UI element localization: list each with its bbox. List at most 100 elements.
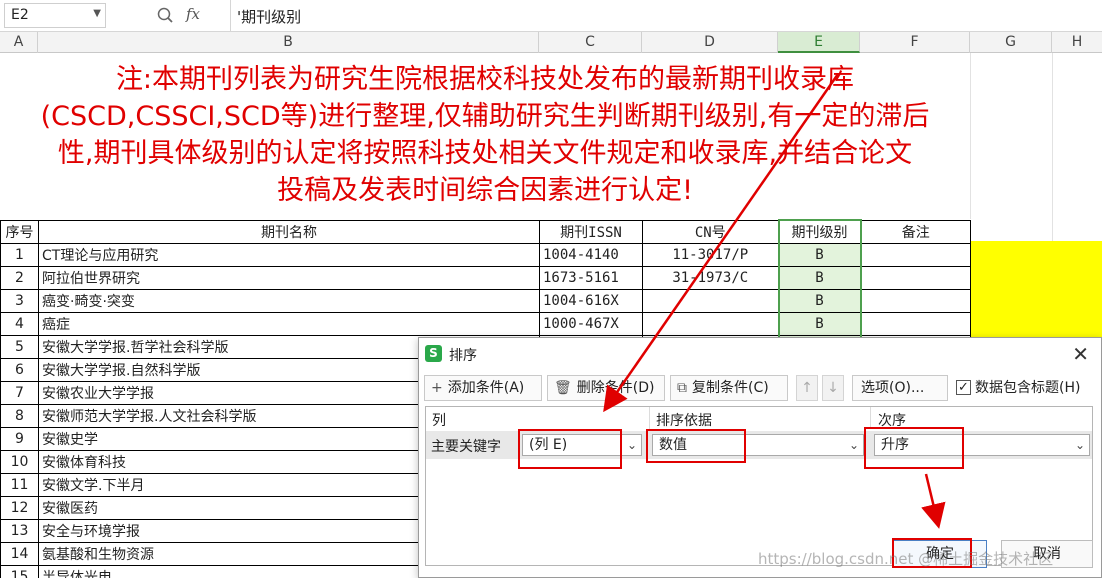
header-checkbox-label: 数据包含标题(H) (975, 380, 1081, 396)
table-row: 3 癌变·畸变·突变 1004-616X B (0, 288, 971, 313)
table-cell[interactable]: 4 (0, 311, 39, 336)
criteria-header: 列 排序依据 次序 (426, 407, 1092, 429)
table-cell[interactable] (860, 311, 971, 336)
table-row: 1 CT理论与应用研究 1004-4140 11-3017/P B (0, 242, 971, 267)
column-header-c[interactable]: C (539, 32, 642, 53)
column-header-h[interactable]: H (1052, 32, 1102, 53)
move-up-button[interactable]: ↑ (796, 375, 818, 401)
table-cell[interactable]: B (777, 311, 862, 336)
table-cell[interactable]: 1000-467X (539, 311, 643, 336)
column-header-f[interactable]: F (860, 32, 970, 53)
formula-input[interactable]: '期刊级别 (230, 0, 1102, 32)
table-cell[interactable] (642, 311, 779, 336)
table-cell[interactable]: 9 (0, 426, 39, 451)
column-header-a[interactable]: A (0, 32, 38, 53)
chevron-down-icon[interactable]: ⌄ (1075, 435, 1085, 455)
close-icon[interactable]: ✕ (1072, 342, 1089, 366)
table-cell[interactable]: 13 (0, 518, 39, 543)
table-cell[interactable]: 癌变·畸变·突变 (38, 288, 540, 313)
table-header-cell[interactable]: 序号 (0, 219, 39, 244)
table-cell[interactable]: 6 (0, 357, 39, 382)
table-cell[interactable]: 14 (0, 541, 39, 566)
table-cell[interactable]: B (777, 288, 862, 313)
chevron-down-icon[interactable]: ▼ (93, 8, 101, 19)
arrow-down-icon: ↓ (827, 380, 839, 396)
header-checkbox-wrap[interactable]: ✓ 数据包含标题(H) (956, 375, 1080, 401)
column-header-g[interactable]: G (970, 32, 1052, 53)
chevron-down-icon[interactable]: ⌄ (627, 435, 637, 455)
table-header-cell[interactable]: 期刊名称 (38, 219, 540, 244)
arrow-up-icon: ↑ (801, 380, 813, 396)
annotation-box-column (518, 429, 622, 469)
table-header-cell[interactable]: 备注 (860, 219, 971, 244)
table-header-cell[interactable]: 期刊ISSN (539, 219, 643, 244)
copy-icon: ⧉ (677, 380, 687, 396)
options-button[interactable]: 选项(O)... (852, 375, 948, 401)
column-separator (649, 407, 650, 429)
table-cell[interactable]: 5 (0, 334, 39, 359)
grid-line (970, 53, 971, 219)
move-down-button[interactable]: ↓ (822, 375, 844, 401)
name-box[interactable]: E2 ▼ (4, 3, 106, 28)
column-header-e[interactable]: E (778, 32, 860, 53)
dialog-toolbar: + 添加条件(A) 🗑 删除条件(D) ⧉ 复制条件(C) ↑ ↓ 选项(O)... … (424, 375, 1094, 401)
column-header: A B C D E F G H (0, 32, 1102, 53)
column-header-b[interactable]: B (38, 32, 539, 53)
copy-condition-label: 复制条件(C) (692, 380, 769, 396)
table-cell[interactable]: CT理论与应用研究 (38, 242, 540, 267)
cancel-button[interactable]: 取消 (1001, 540, 1093, 568)
table-cell[interactable] (860, 265, 971, 290)
column-header-d[interactable]: D (642, 32, 778, 53)
notice-line: 投稿及发表时间综合因素进行认定! (277, 175, 693, 206)
table-cell[interactable]: 11-3017/P (642, 242, 779, 267)
formula-bar: E2 ▼ fx '期刊级别 (0, 0, 1102, 32)
table-cell[interactable]: 7 (0, 380, 39, 405)
table-row: 2 阿拉伯世界研究 1673-5161 31-1973/C B (0, 265, 971, 290)
table-cell[interactable]: 10 (0, 449, 39, 474)
table-cell[interactable]: B (777, 242, 862, 267)
app-logo-icon: S (425, 345, 442, 362)
add-condition-label: 添加条件(A) (447, 380, 525, 396)
notice-cell[interactable]: 注:本期刊列表为研究生院根据校科技处发布的最新期刊收录库 (CSCD,CSSCI… (0, 53, 970, 219)
annotation-box-basis (646, 429, 746, 463)
table-row: 4 癌症 1000-467X B (0, 311, 971, 336)
table-cell[interactable]: 2 (0, 265, 39, 290)
table-cell[interactable] (860, 288, 971, 313)
notice-line: 性,期刊具体级别的认定将按照科技处相关文件规定和收录库,并结合论文 (57, 138, 913, 169)
criteria-header-column: 列 (432, 413, 446, 429)
delete-condition-button[interactable]: 🗑 删除条件(D) (547, 375, 665, 401)
criteria-header-basis: 排序依据 (656, 413, 712, 429)
table-cell[interactable]: 3 (0, 288, 39, 313)
table-cell[interactable]: 1004-616X (539, 288, 643, 313)
primary-key-label: 主要关键字 (431, 439, 501, 455)
zoom-icon[interactable] (156, 6, 174, 24)
table-cell[interactable]: 11 (0, 472, 39, 497)
cell-reference: E2 (11, 7, 29, 23)
dialog-titlebar[interactable]: S 排序 ✕ (419, 338, 1101, 370)
table-cell[interactable]: 15 (0, 564, 39, 578)
table-header-cell[interactable]: 期刊级别 (777, 219, 862, 244)
table-cell[interactable] (860, 242, 971, 267)
table-header-cell[interactable]: CN号 (642, 219, 779, 244)
table-cell[interactable]: B (777, 265, 862, 290)
header-checkbox[interactable]: ✓ (956, 379, 971, 395)
table-cell[interactable]: 12 (0, 495, 39, 520)
table-cell[interactable]: 1 (0, 242, 39, 267)
add-condition-button[interactable]: + 添加条件(A) (424, 375, 542, 401)
copy-condition-button[interactable]: ⧉ 复制条件(C) (670, 375, 788, 401)
trash-icon: 🗑 (554, 380, 572, 396)
table-cell[interactable]: 阿拉伯世界研究 (38, 265, 540, 290)
column-separator (870, 407, 871, 429)
formula-content: '期刊级别 (237, 8, 302, 26)
fx-icon[interactable]: fx (186, 5, 200, 23)
table-cell[interactable]: 31-1973/C (642, 265, 779, 290)
table-cell[interactable]: 1004-4140 (539, 242, 643, 267)
plus-icon: + (431, 380, 443, 396)
annotation-box-order (864, 427, 964, 469)
notice-line: 注:本期刊列表为研究生院根据校科技处发布的最新期刊收录库 (115, 64, 855, 95)
chevron-down-icon[interactable]: ⌄ (849, 435, 859, 455)
table-cell[interactable]: 8 (0, 403, 39, 428)
table-cell[interactable]: 癌症 (38, 311, 540, 336)
table-cell[interactable] (642, 288, 779, 313)
table-cell[interactable]: 1673-5161 (539, 265, 643, 290)
